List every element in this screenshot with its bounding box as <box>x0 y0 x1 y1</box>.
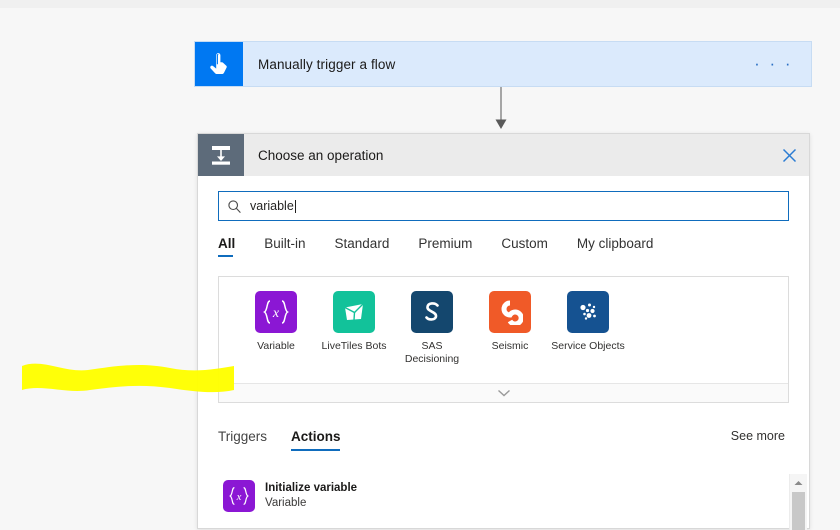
tab-all[interactable]: All <box>218 236 235 257</box>
connector-results-panel: x Variable LiveTiles Bots SAS Decisionin… <box>218 276 789 403</box>
connector-label: SAS Decisioning <box>404 340 460 365</box>
search-input-value: variable <box>250 199 294 213</box>
expand-connectors-button[interactable] <box>219 383 788 402</box>
chevron-down-icon <box>497 384 511 402</box>
connector-label: Seismic <box>491 340 529 352</box>
seismic-connector-icon <box>489 291 531 333</box>
variable-action-icon: x <box>223 480 255 512</box>
see-more-link[interactable]: See more <box>731 429 789 443</box>
connector-variable[interactable]: x Variable <box>237 291 315 366</box>
livetiles-bots-connector-icon <box>333 291 375 333</box>
service-objects-connector-icon <box>567 291 609 333</box>
operation-type-tabs: Triggers Actions See more <box>218 429 789 451</box>
connector-label: Service Objects <box>551 340 625 352</box>
variable-connector-icon: x <box>255 291 297 333</box>
subtab-actions[interactable]: Actions <box>291 429 341 451</box>
window-top-strip <box>0 0 840 8</box>
hand-tap-icon <box>195 42 243 86</box>
close-icon[interactable] <box>769 134 809 176</box>
dialog-header: Choose an operation <box>198 134 809 176</box>
action-connector-name: Variable <box>265 497 307 509</box>
svg-text:x: x <box>236 491 242 503</box>
tab-standard[interactable]: Standard <box>335 236 390 257</box>
search-icon <box>227 199 242 214</box>
search-input[interactable]: variable <box>218 191 789 221</box>
results-scrollbar[interactable] <box>789 474 807 530</box>
connector-label: LiveTiles Bots <box>321 340 387 352</box>
sas-decisioning-connector-icon <box>411 291 453 333</box>
trigger-card[interactable]: Manually trigger a flow · · · <box>194 41 812 87</box>
connector-sas-decisioning[interactable]: SAS Decisioning <box>393 291 471 366</box>
scrollbar-thumb[interactable] <box>792 492 805 530</box>
tab-my-clipboard[interactable]: My clipboard <box>577 236 654 257</box>
choose-operation-dialog: Choose an operation variable All Built-i… <box>197 133 810 530</box>
list-item-text: Initialize variable Variable <box>265 481 357 511</box>
scroll-up-arrow-icon[interactable] <box>790 474 807 491</box>
action-results-list: x Initialize variable Variable <box>218 474 789 530</box>
flow-connector-arrow <box>495 87 507 129</box>
list-item[interactable]: x Initialize variable Variable <box>218 474 789 512</box>
connector-service-objects[interactable]: Service Objects <box>549 291 627 366</box>
connector-livetiles-bots[interactable]: LiveTiles Bots <box>315 291 393 366</box>
dialog-title: Choose an operation <box>258 147 384 163</box>
tab-premium[interactable]: Premium <box>418 236 472 257</box>
subtab-triggers[interactable]: Triggers <box>218 429 267 451</box>
connector-label: Variable <box>257 340 295 352</box>
insert-operation-icon <box>198 134 244 176</box>
tab-built-in[interactable]: Built-in <box>264 236 305 257</box>
tab-custom[interactable]: Custom <box>501 236 548 257</box>
connector-seismic[interactable]: Seismic <box>471 291 549 366</box>
category-tabs: All Built-in Standard Premium Custom My … <box>218 236 682 257</box>
action-title: Initialize variable <box>265 482 358 494</box>
flow-designer-canvas: Manually trigger a flow · · · Choose an … <box>0 8 840 530</box>
trigger-title: Manually trigger a flow <box>258 56 396 72</box>
connector-list: x Variable LiveTiles Bots SAS Decisionin… <box>219 277 788 366</box>
trigger-menu-button[interactable]: · · · <box>754 55 793 72</box>
text-caret <box>294 199 296 213</box>
svg-text:x: x <box>272 306 280 321</box>
